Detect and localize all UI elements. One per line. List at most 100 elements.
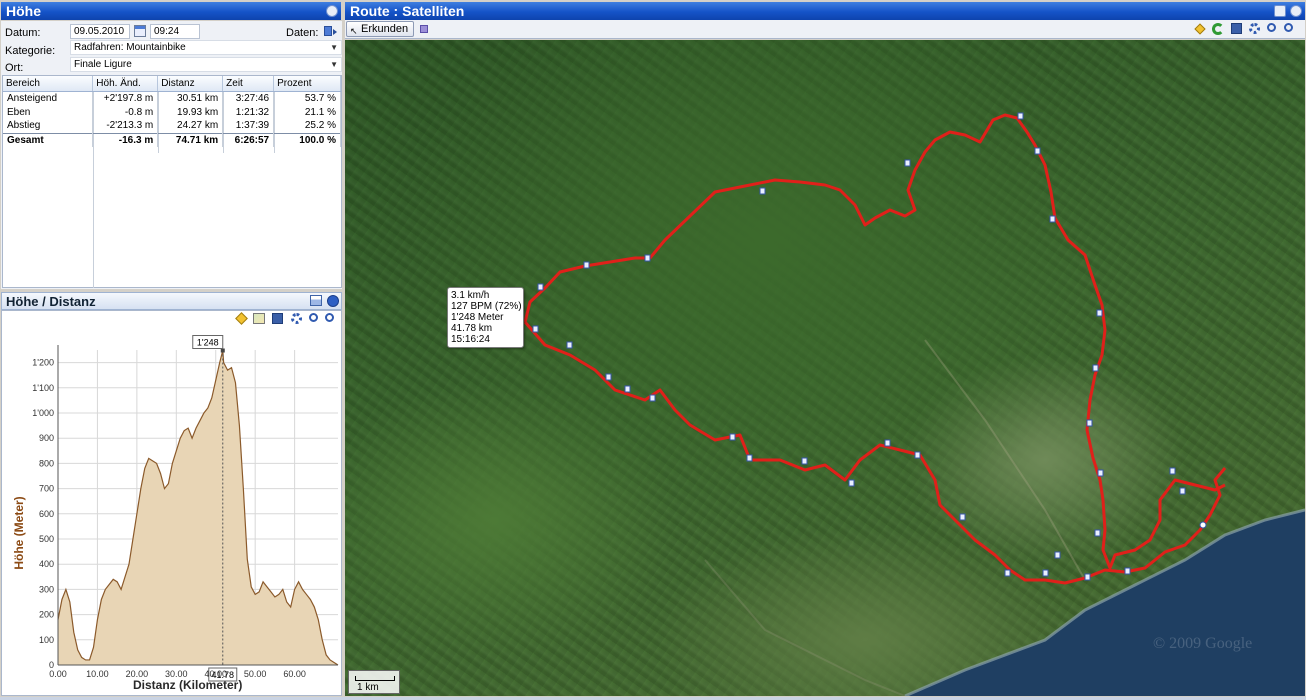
zoom-in-icon[interactable]	[1267, 23, 1276, 32]
ort-label: Ort:	[5, 62, 24, 74]
y-tick-label: 400	[39, 559, 54, 569]
cell-hoehe: +2'197.8 m	[92, 91, 159, 105]
calendar-icon[interactable]	[134, 25, 146, 37]
x-tick-label: 10.00	[86, 669, 109, 679]
chart-titlebar: Höhe / Distanz	[1, 292, 342, 310]
ort-value: Finale Ligure	[74, 59, 132, 70]
table-row[interactable]: Abstieg -2'213.3 m 24.27 km 1:37:39 25.2…	[3, 119, 341, 133]
table-header-row: Bereich Höh. Änd. Distanz Zeit Prozent	[3, 76, 341, 92]
route-titlebar: Route : Satelliten	[345, 2, 1305, 20]
chart-area	[57, 350, 339, 666]
col-header-zeit[interactable]: Zeit	[222, 76, 275, 92]
cell-hoehe: -0.8 m	[92, 105, 159, 119]
save-icon[interactable]	[1231, 23, 1242, 34]
route-collapse-button[interactable]	[1290, 5, 1302, 17]
chart-collapse-button[interactable]	[327, 295, 339, 307]
refresh-icon[interactable]	[1212, 23, 1224, 35]
y-tick-label: 100	[39, 635, 54, 645]
col-header-hoehe[interactable]: Höh. Änd.	[92, 76, 159, 92]
col-header-prozent[interactable]: Prozent	[273, 76, 341, 92]
tooltip-heartrate: 127 BPM (72%)	[451, 301, 522, 312]
chevron-down-icon: ▼	[330, 43, 338, 52]
y-tick-label: 1'100	[32, 383, 54, 393]
y-axis-label: Höhe (Meter)	[12, 496, 26, 570]
daten-label: Daten:	[286, 27, 319, 39]
cursor-icon: ↖	[350, 26, 358, 36]
cell-distanz: 74.71 km	[157, 132, 224, 147]
col-header-bereich[interactable]: Bereich	[3, 76, 94, 92]
chart-title: Höhe / Distanz	[6, 294, 96, 309]
time-field[interactable]: 09:24	[150, 24, 200, 39]
cell-bereich: Ansteigend	[3, 91, 94, 105]
route-layout-button[interactable]	[1274, 5, 1286, 17]
map-scale: 1 km	[348, 670, 400, 694]
y-tick-label: 1'200	[32, 358, 54, 368]
x-tick-label: 50.00	[244, 669, 267, 679]
explore-button-label: Erkunden	[361, 23, 409, 35]
table-row[interactable]: Ansteigend +2'197.8 m 30.51 km 3:27:46 5…	[3, 91, 341, 105]
col-header-distanz[interactable]: Distanz	[157, 76, 224, 92]
cell-bereich: Gesamt	[3, 132, 94, 147]
map-toolbar: ↖ Erkunden	[345, 20, 1305, 39]
tooltip-altitude: 1'248 Meter	[451, 312, 504, 323]
cell-zeit: 1:37:39	[222, 119, 275, 133]
kategorie-label: Kategorie:	[5, 45, 56, 57]
tooltip-speed: 3.1 km/h	[451, 290, 490, 301]
y-tick-label: 200	[39, 610, 54, 620]
hoehe-title: Höhe	[6, 3, 41, 19]
elevation-area	[58, 350, 338, 665]
x-tick-label: 0.00	[49, 669, 67, 679]
route-title: Route : Satelliten	[350, 3, 465, 19]
x-tick-label: 60.00	[283, 669, 306, 679]
cell-bereich: Eben	[3, 105, 94, 119]
tooltip-time: 15:16:24	[451, 334, 490, 345]
marker-point	[220, 348, 225, 353]
diamond-icon[interactable]	[1194, 23, 1206, 35]
y-tick-label: 500	[39, 534, 54, 544]
cell-prozent: 53.7 %	[273, 91, 341, 105]
table-row[interactable]: Eben -0.8 m 19.93 km 1:21:32 21.1 %	[3, 105, 341, 119]
y-tick-label: 800	[39, 458, 54, 468]
scale-bar	[355, 676, 395, 681]
data-import-icon[interactable]	[324, 25, 337, 37]
gear-icon[interactable]	[1249, 23, 1260, 34]
y-tick-label: 900	[39, 433, 54, 443]
chevron-down-icon: ▼	[330, 60, 338, 69]
datum-label: Datum:	[5, 27, 41, 39]
cell-prozent: 100.0 %	[273, 132, 341, 147]
chart-panel: 1'248 41.78 0 100 200 300 400 500 600 700 800 900 1…	[1, 310, 342, 696]
hoehe-titlebar: Höhe	[1, 2, 341, 20]
x-axis-label: Distanz (Kilometer)	[133, 678, 243, 692]
kategorie-value: Radfahren: Mountainbike	[74, 42, 186, 53]
route-track	[523, 112, 1227, 585]
cell-prozent: 25.2 %	[273, 119, 341, 133]
cell-zeit: 3:27:46	[222, 91, 275, 105]
tooltip-distance: 41.78 km	[451, 323, 493, 334]
datum-field[interactable]: 09.05.2010	[70, 24, 130, 39]
cell-zeit: 6:26:57	[222, 132, 275, 147]
elevation-chart[interactable]: 1'24841.78 01002003004005006007008009001…	[2, 315, 343, 695]
satellite-map[interactable]: 3.1 km/h 127 BPM (72%) 1'248 Meter 41.78…	[345, 40, 1305, 696]
y-tick-label: 1'000	[32, 408, 54, 418]
cell-bereich: Abstieg	[3, 119, 94, 133]
y-tick-label: 300	[39, 584, 54, 594]
cell-distanz: 24.27 km	[157, 119, 224, 133]
route-tooltip: 3.1 km/h 127 BPM (72%) 1'248 Meter 41.78…	[447, 287, 524, 348]
kategorie-select[interactable]: Radfahren: Mountainbike ▼	[70, 40, 342, 55]
hoehe-collapse-button[interactable]	[326, 5, 338, 17]
ort-select[interactable]: Finale Ligure ▼	[70, 57, 342, 72]
table-total-row[interactable]: Gesamt -16.3 m 74.71 km 6:26:57 100.0 %	[3, 132, 341, 147]
y-tick-label: 600	[39, 509, 54, 519]
layout-icon[interactable]	[310, 295, 322, 306]
summary-table: Bereich Höh. Änd. Distanz Zeit Prozent A…	[3, 76, 341, 147]
explore-button[interactable]: ↖ Erkunden	[346, 21, 415, 37]
marker-y-label: 1'248	[197, 338, 219, 348]
cell-distanz: 30.51 km	[157, 91, 224, 105]
square-icon[interactable]	[420, 25, 428, 33]
hoehe-panel: Datum: 09.05.2010 09:24 Daten: Kategorie…	[1, 21, 342, 289]
scale-label: 1 km	[357, 682, 379, 693]
zoom-out-icon[interactable]	[1284, 23, 1293, 32]
map-copyright: © 2009 Google	[1153, 635, 1253, 652]
cell-hoehe: -16.3 m	[92, 132, 159, 147]
y-tick-label: 700	[39, 484, 54, 494]
